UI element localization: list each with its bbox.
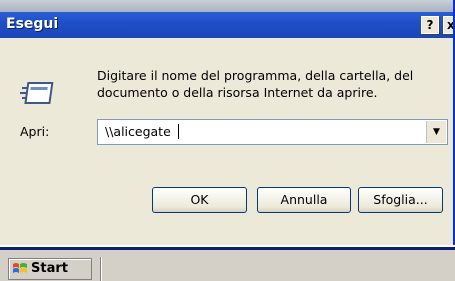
- run-icon: [20, 82, 54, 104]
- cancel-button[interactable]: Annulla: [257, 187, 351, 213]
- taskbar: Start: [0, 245, 455, 281]
- run-dialog: Esegui ? x Digitare il nome del programm…: [0, 0, 455, 245]
- help-button[interactable]: ?: [421, 16, 439, 34]
- windows-flag-icon: [13, 263, 27, 273]
- top-strip: [0, 0, 453, 12]
- start-label: Start: [31, 261, 68, 276]
- start-button[interactable]: Start: [8, 258, 92, 280]
- text-caret: [178, 124, 179, 139]
- close-button[interactable]: x: [443, 16, 453, 34]
- browse-button[interactable]: Sfoglia...: [358, 187, 443, 213]
- title-bar[interactable]: Esegui ? x: [0, 12, 453, 38]
- taskbar-separator: [100, 257, 102, 281]
- dialog-description: Digitare il nome del programma, della ca…: [97, 68, 414, 100]
- open-combobox[interactable]: \\alicegate ▼: [97, 119, 448, 145]
- ok-button[interactable]: OK: [152, 187, 247, 213]
- open-input[interactable]: \\alicegate: [105, 124, 171, 139]
- open-label: Apri:: [20, 124, 50, 139]
- dialog-title: Esegui: [6, 16, 59, 32]
- dropdown-arrow-icon[interactable]: ▼: [426, 121, 446, 143]
- taskbar-edge: [0, 247, 455, 250]
